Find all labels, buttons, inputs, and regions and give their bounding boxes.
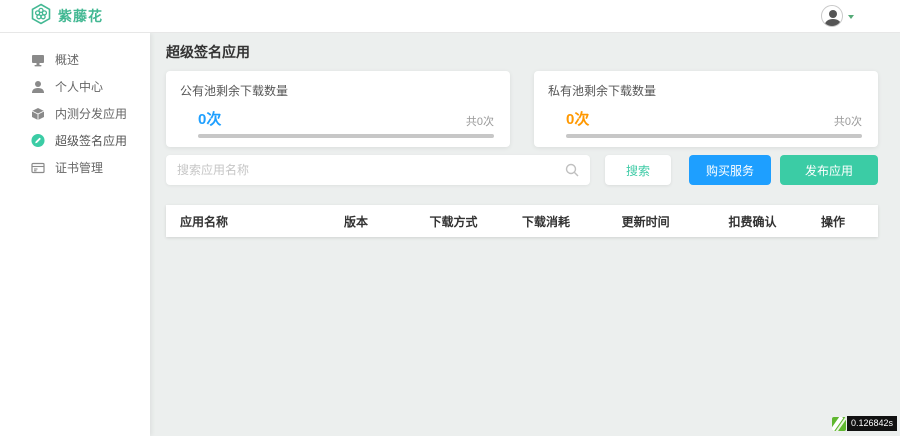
search-icon[interactable]	[564, 162, 580, 178]
remaining-count: 0次	[566, 111, 590, 128]
sidebar-item-label: 内测分发应用	[55, 107, 128, 121]
search-button[interactable]: 搜索	[605, 155, 671, 185]
toolbar: 搜索 购买服务 发布应用	[166, 155, 878, 185]
debug-trace-badge[interactable]: 0.126842s	[831, 416, 897, 431]
column-header-fee-confirm: 扣费确认	[728, 214, 777, 229]
progress-bar	[198, 134, 494, 138]
user-menu[interactable]	[821, 5, 854, 27]
column-header-app-name: 应用名称	[180, 214, 229, 229]
monitor-icon	[31, 53, 45, 67]
sidebar-item-label: 证书管理	[55, 161, 104, 175]
search-input[interactable]	[166, 155, 590, 185]
certificate-icon	[31, 161, 45, 175]
user-icon	[31, 80, 45, 94]
column-header-download-method: 下载方式	[429, 214, 478, 229]
sidebar-item-label: 个人中心	[55, 80, 104, 94]
stat-cards-row: 公有池剩余下载数量 0次 共0次 私有池剩余下载数量 0次 共0次	[166, 71, 878, 147]
package-icon	[31, 107, 45, 121]
top-header: 紫藤花	[0, 0, 900, 33]
card-label: 公有池剩余下载数量	[180, 84, 289, 98]
table-header-row: 应用名称 版本 下载方式 下载消耗 更新时间 扣费确认 操作	[166, 205, 878, 237]
column-header-version: 版本	[344, 214, 369, 229]
column-header-download-consumption: 下载消耗	[521, 214, 570, 229]
trace-time: 0.126842s	[846, 416, 897, 431]
signature-icon	[31, 133, 45, 148]
sidebar-item-certificates[interactable]: 证书管理	[0, 154, 150, 181]
column-header-actions: 操作	[821, 214, 846, 229]
sidebar-item-beta-apps[interactable]: 内测分发应用	[0, 100, 150, 127]
flower-logo-icon	[30, 3, 52, 30]
sidebar-item-label: 超级签名应用	[55, 134, 128, 148]
chevron-down-icon	[848, 15, 854, 19]
private-pool-card: 私有池剩余下载数量 0次 共0次	[534, 71, 878, 147]
progress-bar	[566, 134, 862, 138]
brand-name: 紫藤花	[58, 8, 103, 24]
user-avatar[interactable]	[821, 5, 843, 27]
sidebar-item-overview[interactable]: 概述	[0, 46, 150, 73]
column-header-update-time: 更新时间	[621, 214, 670, 229]
trace-logo-icon	[831, 416, 846, 431]
total-count: 共0次	[465, 116, 494, 128]
card-label: 私有池剩余下载数量	[548, 84, 657, 98]
public-pool-card: 公有池剩余下载数量 0次 共0次	[166, 71, 510, 147]
sidebar-item-label: 概述	[55, 53, 80, 67]
total-count: 共0次	[833, 116, 862, 128]
buy-service-button[interactable]: 购买服务	[689, 155, 771, 185]
sidebar-item-profile[interactable]: 个人中心	[0, 73, 150, 100]
brand-logo[interactable]: 紫藤花	[30, 3, 103, 30]
sidebar-nav: 概述 个人中心 内测分发应用 超级签名应用 证书管理	[0, 33, 150, 436]
publish-app-button[interactable]: 发布应用	[780, 155, 878, 185]
remaining-count: 0次	[198, 111, 222, 128]
page-title: 超级签名应用	[166, 44, 250, 60]
sidebar-item-super-signature[interactable]: 超级签名应用	[0, 127, 150, 154]
main-content: 超级签名应用 公有池剩余下载数量 0次 共0次 私有池剩余下载数量 0次 共0次	[150, 33, 900, 436]
